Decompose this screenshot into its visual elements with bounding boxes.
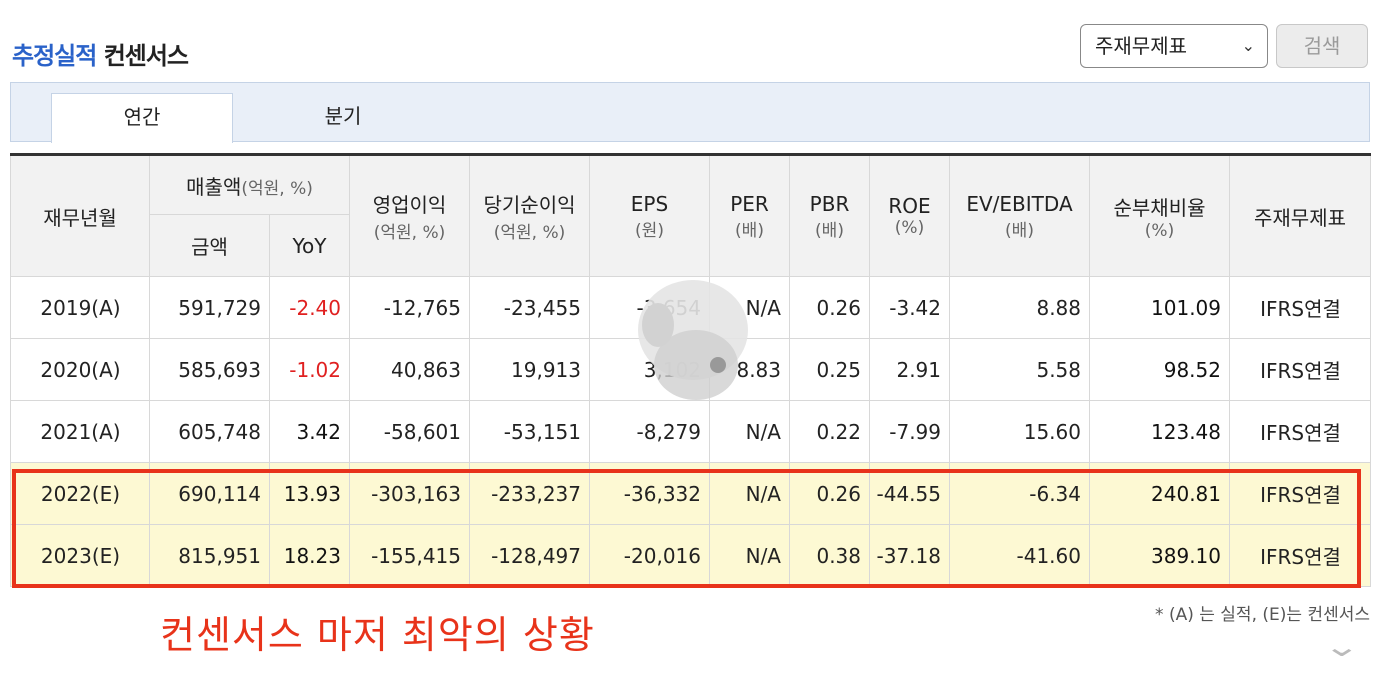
cell-op: -155,415 <box>349 524 470 587</box>
cell-pbr: 0.25 <box>789 338 870 401</box>
cell-amount: 815,951 <box>149 524 270 587</box>
tab-quarterly[interactable]: 분기 <box>243 93 443 143</box>
statement-select-value: 주재무제표 <box>1095 34 1187 58</box>
header-amount: 금액 <box>149 214 270 277</box>
cell-op: -12,765 <box>349 276 470 339</box>
cell-ev-ebitda: 15.60 <box>949 400 1090 463</box>
header-period: 재무년월 <box>10 153 150 277</box>
cell-yoy: 18.23 <box>269 524 350 587</box>
table-row: 2021(A) 605,748 3.42 -58,601 -53,151 -8,279 N/… <box>10 400 1371 463</box>
cell-period: 2021(A) <box>10 400 150 463</box>
table-row: 2019(A) 591,729 -2.40 -12,765 -23,455 -3,654 N… <box>10 276 1371 339</box>
section-title-accent: 추정실적 <box>12 42 97 70</box>
cell-basis: IFRS연결 <box>1229 462 1371 525</box>
cell-pbr: 0.26 <box>789 276 870 339</box>
statement-select[interactable]: 주재무제표 ⌄ <box>1080 24 1268 68</box>
cell-roe: 2.91 <box>869 338 950 401</box>
chevron-down-icon[interactable]: ⌄ <box>1323 630 1361 663</box>
cell-amount: 591,729 <box>149 276 270 339</box>
cell-eps: -36,332 <box>589 462 710 525</box>
period-tabs: 연간 분기 <box>10 82 1370 143</box>
tab-annual[interactable]: 연간 <box>51 93 233 143</box>
header-per: PER (배) <box>709 153 790 277</box>
cell-debt-ratio: 98.52 <box>1089 338 1230 401</box>
cell-per: N/A <box>709 276 790 339</box>
header-debt-ratio: 순부채비율 (%) <box>1089 153 1230 277</box>
section-title-rest: 컨센서스 <box>103 42 189 70</box>
cell-roe: -37.18 <box>869 524 950 587</box>
cell-per: N/A <box>709 462 790 525</box>
header-roe: ROE (%) <box>869 153 950 277</box>
cell-eps: -20,016 <box>589 524 710 587</box>
cell-basis: IFRS연결 <box>1229 524 1371 587</box>
cell-period: 2019(A) <box>10 276 150 339</box>
cell-basis: IFRS연결 <box>1229 276 1371 339</box>
cell-pbr: 0.26 <box>789 462 870 525</box>
cell-roe: -44.55 <box>869 462 950 525</box>
cell-amount: 605,748 <box>149 400 270 463</box>
cell-net: -53,151 <box>469 400 590 463</box>
header-net: 당기순이익 (억원, %) <box>469 153 590 277</box>
cell-yoy: 13.93 <box>269 462 350 525</box>
cell-ev-ebitda: 8.88 <box>949 276 1090 339</box>
chevron-down-icon: ⌄ <box>1241 36 1255 55</box>
annotation-text: 컨센서스 마저 최악의 상황 <box>160 613 595 657</box>
cell-period: 2023(E) <box>10 524 150 587</box>
header-yoy: YoY <box>269 214 350 277</box>
cell-yoy: 3.42 <box>269 400 350 463</box>
header-eps: EPS (원) <box>589 153 710 277</box>
cell-pbr: 0.38 <box>789 524 870 587</box>
cell-op: 40,863 <box>349 338 470 401</box>
cell-amount: 690,114 <box>149 462 270 525</box>
cell-debt-ratio: 101.09 <box>1089 276 1230 339</box>
cell-debt-ratio: 389.10 <box>1089 524 1230 587</box>
cell-per: N/A <box>709 524 790 587</box>
cell-ev-ebitda: -6.34 <box>949 462 1090 525</box>
cell-ev-ebitda: -41.60 <box>949 524 1090 587</box>
header-basis: 주재무제표 <box>1229 153 1371 277</box>
cell-period: 2020(A) <box>10 338 150 401</box>
cell-debt-ratio: 240.81 <box>1089 462 1230 525</box>
cell-period: 2022(E) <box>10 462 150 525</box>
cell-eps: -3,654 <box>589 276 710 339</box>
cell-op: -303,163 <box>349 462 470 525</box>
cell-basis: IFRS연결 <box>1229 400 1371 463</box>
section-title: 추정실적 컨센서스 <box>12 36 189 71</box>
cell-net: -233,237 <box>469 462 590 525</box>
cell-amount: 585,693 <box>149 338 270 401</box>
cell-eps: 3,102 <box>589 338 710 401</box>
cell-per: N/A <box>709 400 790 463</box>
header-ev-ebitda: EV/EBITDA (배) <box>949 153 1090 277</box>
cell-roe: -7.99 <box>869 400 950 463</box>
cell-debt-ratio: 123.48 <box>1089 400 1230 463</box>
table-row: 2022(E) 690,114 13.93 -303,163 -233,237 -36,3… <box>10 462 1371 525</box>
header-op: 영업이익 (억원, %) <box>349 153 470 277</box>
cell-yoy: -2.40 <box>269 276 350 339</box>
consensus-table: 재무년월 매출액(억원, %) 영업이익 (억원, %) 당기순이익 (억원, %)… <box>10 153 1371 587</box>
header-pbr: PBR (배) <box>789 153 870 277</box>
cell-op: -58,601 <box>349 400 470 463</box>
cell-per: 8.83 <box>709 338 790 401</box>
cell-basis: IFRS연결 <box>1229 338 1371 401</box>
cell-eps: -8,279 <box>589 400 710 463</box>
cell-ev-ebitda: 5.58 <box>949 338 1090 401</box>
header-revenue: 매출액(억원, %) <box>149 153 350 215</box>
cell-net: -128,497 <box>469 524 590 587</box>
cell-net: -23,455 <box>469 276 590 339</box>
cell-roe: -3.42 <box>869 276 950 339</box>
table-row: 2020(A) 585,693 -1.02 40,863 19,913 3,102 8.83… <box>10 338 1371 401</box>
search-button[interactable]: 검색 <box>1276 24 1368 68</box>
cell-pbr: 0.22 <box>789 400 870 463</box>
footnote: * (A) 는 실적, (E)는 컨센서스 <box>1155 605 1370 625</box>
cell-yoy: -1.02 <box>269 338 350 401</box>
cell-net: 19,913 <box>469 338 590 401</box>
table-row: 2023(E) 815,951 18.23 -155,415 -128,497 -20,0… <box>10 524 1371 587</box>
